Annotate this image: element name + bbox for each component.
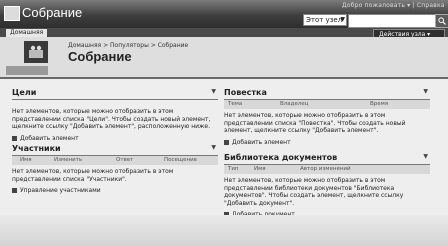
webpart-title[interactable]: Библиотека документов ▼ — [224, 153, 430, 165]
page-title: Собрание — [68, 49, 132, 64]
search-scope-select[interactable]: Этот узел ▼ — [303, 14, 347, 26]
quick-launch-tab[interactable] — [6, 66, 48, 75]
webpart-goals: Цели ▼ Нет элементов, которые можно отоб… — [12, 88, 218, 142]
column-header[interactable]: Посещение — [164, 156, 197, 165]
site-icon — [24, 41, 48, 63]
webpart-menu-icon[interactable]: ▼ — [423, 153, 428, 160]
search-button[interactable] — [435, 14, 448, 28]
column-header[interactable]: Тип — [228, 165, 239, 174]
manage-attendees-link[interactable]: Управление участниками — [12, 187, 218, 194]
webpart-title-label: Библиотека документов — [224, 153, 338, 162]
webpart-menu-icon[interactable]: ▼ — [211, 88, 216, 95]
add-item-link[interactable]: Добавить элемент — [224, 139, 430, 146]
webpart-document-library: Библиотека документов ▼ Тип Имя Автор из… — [224, 153, 430, 218]
column-header[interactable]: Имя — [20, 156, 32, 165]
column-headers: Тип Имя Автор изменений — [224, 165, 430, 174]
add-item-link[interactable]: Добавить элемент — [12, 135, 218, 142]
webpart-title[interactable]: Цели ▼ — [12, 88, 218, 100]
column-header[interactable]: Владелец — [280, 100, 309, 109]
sharepoint-logo-icon — [4, 6, 20, 21]
manage-attendees-label: Управление участниками — [20, 187, 101, 194]
column-header[interactable]: Изменить — [54, 156, 82, 165]
search-scope-label: Этот узел — [306, 16, 343, 24]
breadcrumb[interactable]: Домашняя > Популяторы > Собрание — [68, 42, 188, 49]
webpart-title-label: Повестка — [224, 88, 267, 97]
webpart-title[interactable]: Повестка ▼ — [224, 88, 430, 100]
empty-list-message: Нет элементов, которые можно отобразить … — [224, 112, 406, 134]
column-header[interactable]: Тема — [228, 100, 242, 109]
column-headers: Имя Изменить Ответ Посещение — [12, 156, 218, 165]
search-icon — [438, 17, 446, 25]
column-header[interactable]: Время — [370, 100, 388, 109]
app-title: Собрание — [22, 5, 83, 20]
meeting-icon — [29, 45, 43, 58]
empty-list-message: Нет элементов, которые можно отобразить … — [12, 108, 211, 130]
add-icon — [224, 139, 229, 145]
webpart-title-label: Цели — [12, 88, 37, 97]
tab-home[interactable]: Домашняя — [6, 29, 48, 37]
top-links[interactable]: Добро пожаловать ▾ | Справка — [342, 2, 445, 9]
search-input[interactable] — [348, 14, 438, 28]
column-headers: Тема Владелец Время — [224, 100, 430, 109]
column-header[interactable]: Имя — [254, 165, 266, 174]
add-item-label: Добавить элемент — [232, 138, 291, 146]
webpart-title-label: Участники — [12, 144, 61, 153]
empty-list-message: Нет элементов, которые можно отобразить … — [12, 168, 174, 183]
add-item-label: Добавить элемент — [20, 134, 79, 142]
column-header[interactable]: Ответ — [116, 156, 133, 165]
webpart-menu-icon[interactable]: ▼ — [211, 144, 216, 151]
sharepoint-window: Собрание Добро пожаловать ▾ | Справка Эт… — [0, 0, 448, 245]
column-header[interactable]: Автор изменений — [300, 165, 351, 174]
webpart-attendees: Участники ▼ Имя Изменить Ответ Посещение… — [12, 144, 218, 194]
page-footer-area — [0, 215, 448, 245]
webpart-title[interactable]: Участники ▼ — [12, 144, 218, 156]
webpart-menu-icon[interactable]: ▼ — [423, 88, 428, 95]
manage-icon — [12, 188, 17, 193]
webpart-agenda: Повестка ▼ Тема Владелец Время Нет элеме… — [224, 88, 430, 146]
empty-list-message: Нет элементов, которые можно отобразить … — [224, 177, 404, 207]
add-icon — [12, 135, 17, 141]
chevron-down-icon: ▼ — [340, 16, 345, 23]
